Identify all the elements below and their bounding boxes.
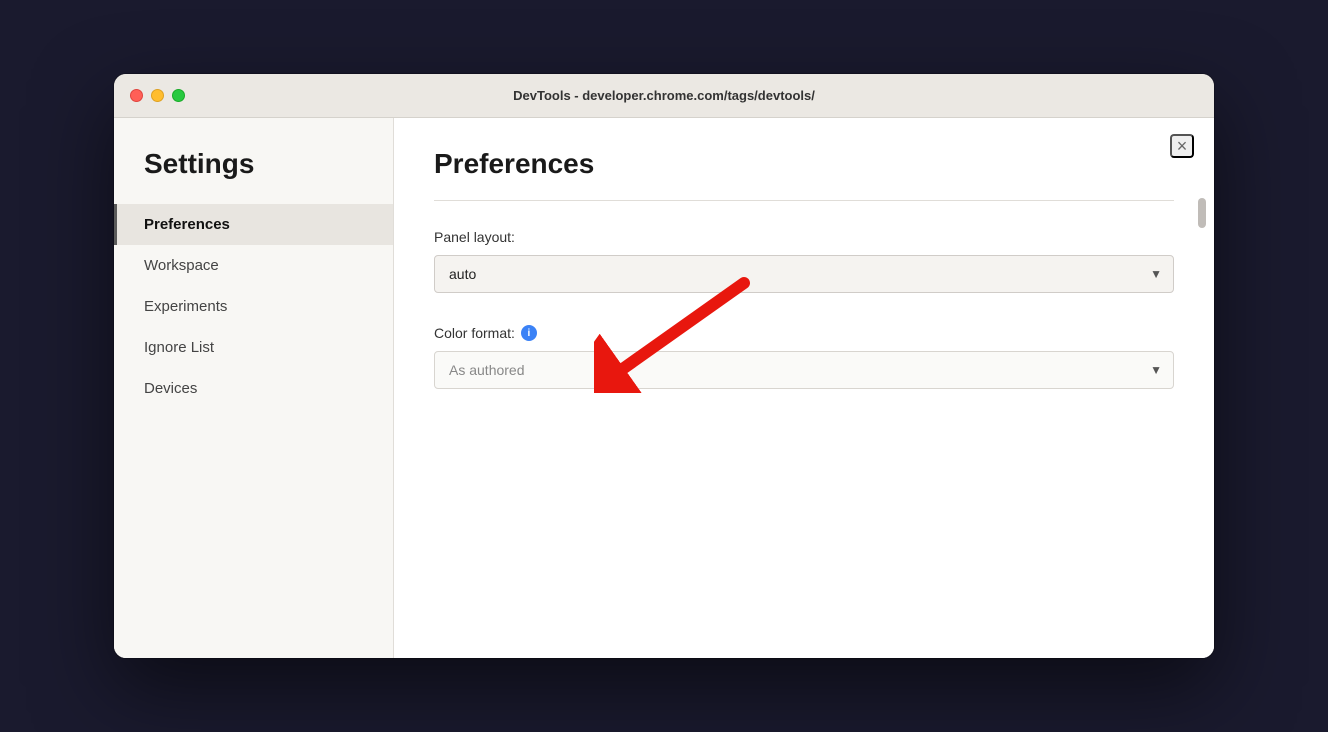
sidebar-item-ignore-list[interactable]: Ignore List	[114, 327, 393, 368]
titlebar: DevTools - developer.chrome.com/tags/dev…	[114, 74, 1214, 118]
panel-layout-label: Panel layout:	[434, 229, 1174, 245]
panel-title: Preferences	[434, 148, 1174, 180]
window-title: DevTools - developer.chrome.com/tags/dev…	[513, 88, 815, 103]
sidebar-item-devices[interactable]: Devices	[114, 368, 393, 409]
window-wrapper: DevTools - developer.chrome.com/tags/dev…	[74, 34, 1254, 698]
color-format-select[interactable]: As authored hex rgb hsl	[434, 351, 1174, 389]
panel-layout-select-wrapper: auto horizontal vertical ▼	[434, 255, 1174, 293]
color-format-info-icon[interactable]: i	[521, 325, 537, 341]
color-format-label-row: Color format: i	[434, 325, 1174, 341]
color-format-select-wrapper: As authored hex rgb hsl ▼	[434, 351, 1174, 389]
sidebar-nav: Preferences Workspace Experiments Ignore…	[114, 204, 393, 409]
panel-layout-section: Panel layout: auto horizontal vertical ▼	[434, 229, 1174, 293]
close-button[interactable]: ×	[1170, 134, 1194, 158]
close-traffic-light[interactable]	[130, 89, 143, 102]
sidebar-item-preferences[interactable]: Preferences	[114, 204, 393, 245]
color-format-label-text: Color format:	[434, 325, 515, 341]
panel-layout-select[interactable]: auto horizontal vertical	[434, 255, 1174, 293]
sidebar-item-experiments[interactable]: Experiments	[114, 286, 393, 327]
scrollbar-track	[1198, 198, 1206, 638]
section-divider	[434, 200, 1174, 201]
minimize-traffic-light[interactable]	[151, 89, 164, 102]
browser-window: DevTools - developer.chrome.com/tags/dev…	[114, 74, 1214, 658]
main-panel: × Preferences Panel layout: auto horizon…	[394, 118, 1214, 658]
sidebar-title: Settings	[114, 148, 393, 204]
color-format-section: Color format: i As authored hex rgb hsl …	[434, 325, 1174, 389]
sidebar: Settings Preferences Workspace Experimen…	[114, 118, 394, 658]
scrollbar-thumb[interactable]	[1198, 198, 1206, 228]
main-content: Settings Preferences Workspace Experimen…	[114, 118, 1214, 658]
traffic-lights	[130, 89, 185, 102]
sidebar-item-workspace[interactable]: Workspace	[114, 245, 393, 286]
maximize-traffic-light[interactable]	[172, 89, 185, 102]
